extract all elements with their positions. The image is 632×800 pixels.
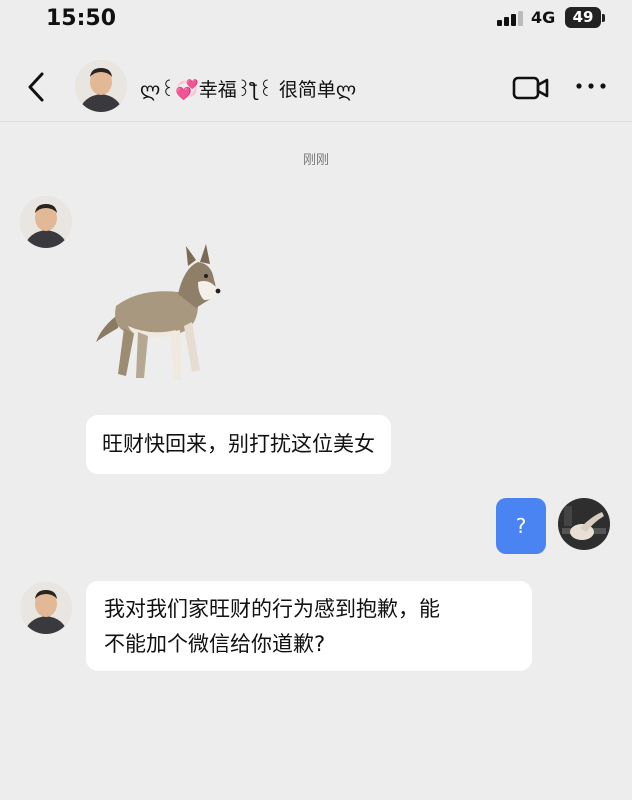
person-avatar-image: [75, 60, 127, 112]
chevron-left-icon: [28, 72, 44, 102]
message-bubble[interactable]: 我对我们家旺财的行为感到抱歉，能 不能加个微信给你道歉?: [86, 581, 532, 671]
message-text: ?: [515, 514, 527, 538]
more-button[interactable]: [574, 76, 608, 96]
video-call-icon: [512, 76, 549, 100]
video-call-button[interactable]: [511, 74, 551, 102]
message-text: 旺财快回来，别打扰这位美女: [102, 432, 375, 456]
status-time: 15:50: [46, 6, 117, 31]
chat-title: ლ꒰💞幸福꒱ƪ꒰ 很简单ლ: [140, 79, 357, 101]
message-bubble[interactable]: 旺财快回来，别打扰这位美女: [86, 415, 391, 474]
battery-tip: [602, 14, 605, 22]
my-avatar[interactable]: [558, 498, 610, 550]
contact-avatar[interactable]: [75, 60, 127, 112]
message-text-line: 不能加个微信给你道歉?: [104, 632, 326, 656]
status-bar: 15:50 4G 49: [0, 0, 632, 40]
chat-header: ლ꒰💞幸福꒱ƪ꒰ 很简单ლ: [0, 52, 632, 122]
more-dots-icon: [576, 83, 606, 89]
battery-icon: 49: [565, 7, 601, 28]
husky-dog-sticker[interactable]: [88, 238, 223, 388]
person-avatar-image: [20, 196, 72, 248]
sender-avatar[interactable]: [20, 196, 72, 248]
message-timestamp: 刚刚: [302, 153, 329, 168]
sender-avatar[interactable]: [20, 582, 72, 634]
message-text-line: 我对我们家旺财的行为感到抱歉，能: [104, 597, 440, 621]
dog-icon: [96, 244, 221, 380]
signal-icon: [497, 10, 523, 26]
sent-message-bubble[interactable]: ?: [496, 498, 546, 554]
my-avatar-image: [558, 498, 610, 550]
network-label: 4G: [531, 8, 556, 27]
person-avatar-image: [20, 582, 72, 634]
back-button[interactable]: [22, 69, 52, 105]
